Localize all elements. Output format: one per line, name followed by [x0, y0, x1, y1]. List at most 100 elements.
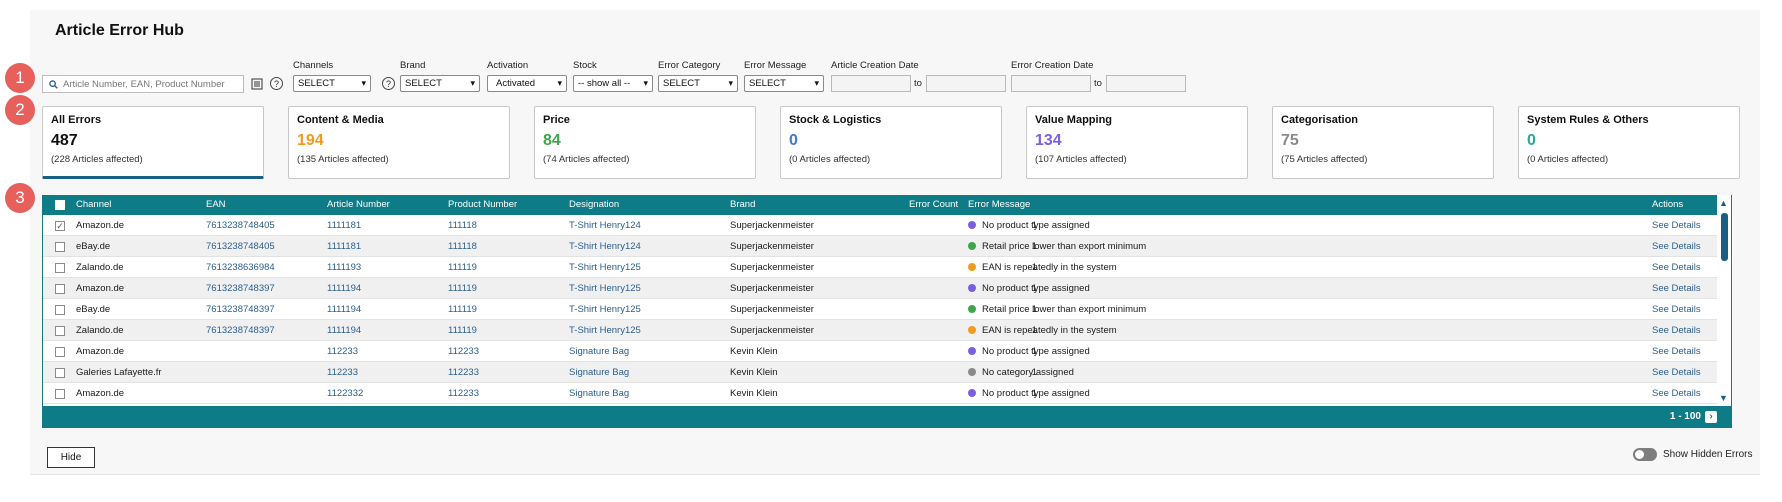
- col-designation[interactable]: Designation: [569, 199, 619, 210]
- cell-article-number[interactable]: 1111181: [327, 220, 361, 231]
- cell-article-number[interactable]: 1111194: [327, 325, 361, 336]
- row-checkbox[interactable]: [55, 284, 65, 294]
- card-content-media[interactable]: Content & Media 194 (135 Articles affect…: [288, 106, 510, 179]
- cell-ean[interactable]: 7613238748397: [206, 283, 275, 294]
- search-box[interactable]: [42, 75, 244, 93]
- table-scrollbar[interactable]: ▲ ▼: [1717, 195, 1731, 405]
- col-error-message[interactable]: Error Message: [968, 199, 1030, 210]
- card-categorisation[interactable]: Categorisation 75 (75 Articles affected): [1272, 106, 1494, 179]
- cell-ean[interactable]: 7613238748405: [206, 241, 275, 252]
- card-system-rules-others[interactable]: System Rules & Others 0 (0 Articles affe…: [1518, 106, 1740, 179]
- table-row[interactable]: Galeries Lafayette.fr 112233 112233 Signatu…: [43, 362, 1718, 383]
- search-input[interactable]: [63, 78, 233, 90]
- see-details-link[interactable]: See Details: [1652, 304, 1701, 315]
- see-details-link[interactable]: See Details: [1652, 388, 1701, 399]
- table-row[interactable]: eBay.de 7613238748397 1111194 111119 T-Shirt…: [43, 299, 1718, 320]
- card-all-errors[interactable]: All Errors 487 (228 Articles affected): [42, 106, 264, 179]
- table-row[interactable]: ✓ Amazon.de 7613238748405 1111181 111118 T-Sh…: [43, 215, 1718, 236]
- table-row[interactable]: Zalando.de 7613238636984 1111193 111119 T-Sh…: [43, 257, 1718, 278]
- table-row[interactable]: Amazon.de 1122332 112233 Signature Bag Kevin…: [43, 383, 1718, 404]
- cell-ean[interactable]: 7613238748397: [206, 325, 275, 336]
- error-message-select[interactable]: SELECT ▾: [744, 75, 824, 92]
- pagination[interactable]: 1 - 100 ›: [1670, 411, 1717, 423]
- row-checkbox[interactable]: [55, 263, 65, 273]
- cell-article-number[interactable]: 1111181: [327, 241, 361, 252]
- cell-designation[interactable]: T-Shirt Henry124: [569, 241, 641, 252]
- row-checkbox[interactable]: [55, 326, 65, 336]
- cell-product-number[interactable]: 111119: [448, 325, 477, 336]
- cell-designation[interactable]: T-Shirt Henry125: [569, 304, 641, 315]
- cell-designation[interactable]: T-Shirt Henry125: [569, 262, 641, 273]
- article-creation-date-from[interactable]: [831, 75, 911, 92]
- col-error-count[interactable]: Error Count: [909, 199, 958, 210]
- cell-ean[interactable]: 7613238748397: [206, 304, 275, 315]
- see-details-link[interactable]: See Details: [1652, 346, 1701, 357]
- cell-product-number[interactable]: 111119: [448, 262, 477, 273]
- see-details-link[interactable]: See Details: [1652, 220, 1701, 231]
- cell-product-number[interactable]: 111118: [448, 241, 477, 252]
- error-creation-date-from[interactable]: [1011, 75, 1091, 92]
- col-product-number[interactable]: Product Number: [448, 199, 517, 210]
- hide-button[interactable]: Hide: [47, 447, 95, 468]
- cell-product-number[interactable]: 112233: [448, 367, 479, 378]
- cell-designation[interactable]: Signature Bag: [569, 388, 629, 399]
- cell-product-number[interactable]: 111119: [448, 283, 477, 294]
- table-row[interactable]: Zalando.de 7613238748397 1111194 111119 T-Sh…: [43, 320, 1718, 341]
- see-details-link[interactable]: See Details: [1652, 262, 1701, 273]
- see-details-link[interactable]: See Details: [1652, 241, 1701, 252]
- see-details-link[interactable]: See Details: [1652, 367, 1701, 378]
- row-checkbox[interactable]: [55, 305, 65, 315]
- cell-product-number[interactable]: 112233: [448, 346, 479, 357]
- col-brand[interactable]: Brand: [730, 199, 755, 210]
- row-checkbox[interactable]: ✓: [55, 221, 65, 231]
- cell-designation[interactable]: T-Shirt Henry124: [569, 220, 641, 231]
- cell-article-number[interactable]: 112233: [327, 367, 358, 378]
- col-ean[interactable]: EAN: [206, 199, 226, 210]
- scroll-down-icon[interactable]: ▼: [1719, 393, 1728, 403]
- help-icon[interactable]: ?: [382, 77, 395, 90]
- cell-article-number[interactable]: 1122332: [327, 388, 363, 399]
- cell-article-number[interactable]: 112233: [327, 346, 358, 357]
- article-creation-date-to[interactable]: [926, 75, 1006, 92]
- stock-select[interactable]: -- show all -- ▾: [573, 75, 653, 92]
- brand-select[interactable]: SELECT ▾: [400, 75, 480, 92]
- error-category-select[interactable]: SELECT ▾: [658, 75, 738, 92]
- cell-article-number[interactable]: 1111193: [327, 262, 361, 273]
- activation-select[interactable]: Activated ▾: [487, 75, 567, 92]
- cell-designation[interactable]: T-Shirt Henry125: [569, 325, 641, 336]
- card-value-mapping[interactable]: Value Mapping 134 (107 Articles affected…: [1026, 106, 1248, 179]
- cell-product-number[interactable]: 111118: [448, 220, 477, 231]
- select-all-checkbox[interactable]: [55, 200, 65, 210]
- cell-product-number[interactable]: 112233: [448, 388, 479, 399]
- cell-designation[interactable]: Signature Bag: [569, 346, 629, 357]
- cell-designation[interactable]: Signature Bag: [569, 367, 629, 378]
- cell-ean[interactable]: 7613238636984: [206, 262, 275, 273]
- chevron-right-icon[interactable]: ›: [1705, 411, 1717, 423]
- card-price[interactable]: Price 84 (74 Articles affected): [534, 106, 756, 179]
- row-checkbox[interactable]: [55, 368, 65, 378]
- cell-designation[interactable]: T-Shirt Henry125: [569, 283, 641, 294]
- show-hidden-errors-toggle[interactable]: [1633, 448, 1657, 461]
- row-checkbox[interactable]: [55, 242, 65, 252]
- cell-ean[interactable]: 7613238748405: [206, 220, 275, 231]
- row-checkbox[interactable]: [55, 389, 65, 399]
- cell-article-number[interactable]: 1111194: [327, 304, 361, 315]
- scroll-up-icon[interactable]: ▲: [1719, 198, 1728, 208]
- channels-select[interactable]: SELECT ▾: [293, 75, 371, 92]
- error-creation-date-to[interactable]: [1106, 75, 1186, 92]
- table-row[interactable]: Amazon.de 112233 112233 Signature Bag Kevin …: [43, 341, 1718, 362]
- see-details-link[interactable]: See Details: [1652, 325, 1701, 336]
- scroll-thumb[interactable]: [1721, 213, 1728, 261]
- col-article-number[interactable]: Article Number: [327, 199, 390, 210]
- card-stock-logistics[interactable]: Stock & Logistics 0 (0 Articles affected…: [780, 106, 1002, 179]
- cell-product-number[interactable]: 111119: [448, 304, 477, 315]
- row-checkbox[interactable]: [55, 347, 65, 357]
- col-channel[interactable]: Channel: [76, 199, 111, 210]
- help-icon[interactable]: ?: [270, 77, 283, 90]
- table-row[interactable]: Amazon.de 7613238748397 1111194 111119 T-Shi…: [43, 278, 1718, 299]
- see-details-link[interactable]: See Details: [1652, 283, 1701, 294]
- cell-article-number[interactable]: 1111194: [327, 283, 361, 294]
- table-row[interactable]: eBay.de 7613238748405 1111181 111118 T-Shirt…: [43, 236, 1718, 257]
- error-message-value: SELECT: [749, 78, 786, 89]
- list-icon[interactable]: [250, 77, 264, 91]
